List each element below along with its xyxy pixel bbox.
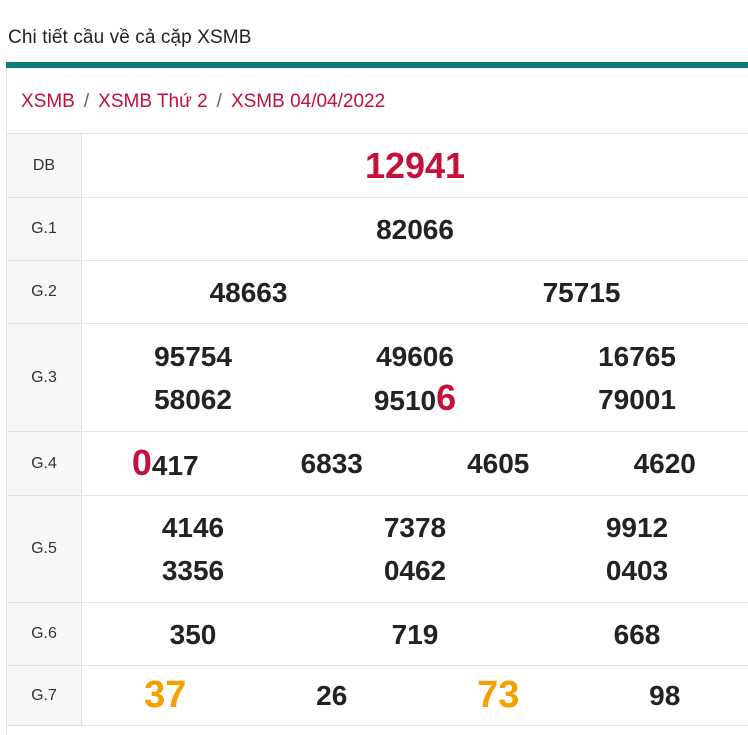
table-row-g2: G.2 48663 75715	[7, 260, 748, 324]
table-row-g6: G.6 350 719 668	[7, 602, 748, 666]
highlighted-digit: 0	[131, 441, 152, 483]
breadcrumb: XSMB / XSMB Thứ 2 / XSMB 04/04/2022	[21, 91, 385, 113]
prize-number: 58062	[154, 383, 232, 415]
prize-number: 82066	[376, 213, 454, 245]
prize-number: 7378	[383, 512, 447, 543]
special-prize-number: 12941	[364, 145, 466, 186]
prize-label: G.7	[7, 665, 82, 726]
prize-number: 0403	[605, 555, 669, 586]
prize-number: 719	[391, 618, 439, 650]
prize-number: 95106	[304, 376, 526, 422]
prize-number: 49606	[376, 340, 454, 372]
prize-number: 0417	[82, 441, 249, 487]
prize-number: 668	[613, 618, 661, 650]
breadcrumb-xsmb-thu-2[interactable]: XSMB Thứ 2	[98, 91, 208, 112]
prize-label: G.1	[7, 197, 82, 261]
prize-number: 79001	[598, 383, 676, 415]
prize-number: 6833	[300, 448, 363, 479]
prize-label: DB	[7, 133, 82, 198]
breadcrumb-separator: /	[216, 91, 222, 112]
prize-number: 16765	[598, 340, 676, 372]
prize-number-prefix: 9510	[373, 385, 437, 416]
prize-number: 26	[316, 680, 348, 711]
prize-number: 4620	[633, 448, 696, 479]
page-title: Chi tiết cầu về cả cặp XSMB	[8, 27, 252, 48]
prize-number: 0462	[383, 555, 447, 586]
table-row-db: DB 12941	[7, 133, 748, 198]
prize-number-suffix: 417	[151, 449, 199, 481]
table-row-g5: G.5 4146 7378 9912 3356 0462 0403	[7, 495, 748, 603]
prize-number: 9912	[605, 512, 669, 543]
prize-label: G.3	[7, 323, 82, 432]
results-panel: XSMB / XSMB Thứ 2 / XSMB 04/04/2022 DB 12941…	[6, 68, 748, 735]
highlighted-number: 73	[477, 674, 520, 716]
highlighted-digit: 6	[436, 377, 457, 418]
results-table: DB 12941 G.1 82066 G.2 48663 75715 G.3 9…	[7, 133, 748, 726]
prize-number: 75715	[542, 276, 621, 308]
prize-number: 350	[169, 618, 217, 650]
table-row-g7: G.7 37 26 73 98	[7, 665, 748, 726]
prize-number: 98	[649, 680, 681, 711]
prize-number: 4146	[161, 512, 225, 543]
prize-number: 48663	[209, 276, 288, 308]
prize-number: 95754	[154, 340, 232, 372]
breadcrumb-separator: /	[83, 91, 90, 112]
prize-label: G.2	[7, 260, 82, 324]
prize-number: 3356	[161, 555, 225, 586]
prize-number: 4605	[467, 448, 530, 479]
table-row-g1: G.1 82066	[7, 197, 748, 261]
breadcrumb-xsmb[interactable]: XSMB	[21, 91, 75, 112]
table-row-g3: G.3 95754 49606 16765 58062 95106 79001	[7, 323, 748, 432]
table-row-g4: G.4 0417 6833 4605 4620	[7, 431, 748, 496]
highlighted-number: 37	[144, 674, 187, 716]
prize-label: G.6	[7, 602, 82, 666]
breadcrumb-xsmb-date[interactable]: XSMB 04/04/2022	[231, 91, 385, 112]
prize-label: G.4	[7, 431, 82, 496]
prize-label: G.5	[7, 495, 82, 603]
